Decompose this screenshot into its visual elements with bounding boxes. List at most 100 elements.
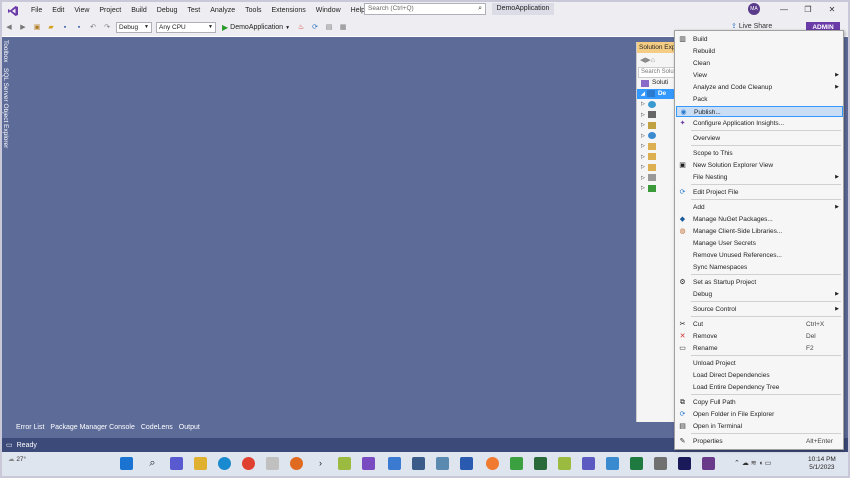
teams-chat-icon[interactable]: [170, 457, 183, 470]
live-share-button[interactable]: ⇪ Live Share: [731, 22, 772, 30]
platform-select[interactable]: Any CPU ▼: [156, 22, 216, 33]
menu-test[interactable]: Test: [182, 2, 205, 19]
app-icon[interactable]: [266, 457, 279, 470]
context-menu-item-rename[interactable]: ▭ Rename F2: [676, 343, 843, 354]
tab-output[interactable]: Output: [179, 424, 200, 431]
start-icon[interactable]: [120, 457, 133, 470]
context-menu-item-set-as-startup-project[interactable]: ⚙ Set as Startup Project: [676, 277, 843, 288]
tree-row[interactable]: ▷: [637, 141, 676, 152]
app-icon[interactable]: [702, 457, 715, 470]
tree-row[interactable]: ▷: [637, 183, 676, 194]
context-menu-item-new-solution-explorer-view[interactable]: ▣ New Solution Explorer View: [676, 160, 843, 171]
tree-row-solution[interactable]: Soluti: [637, 78, 676, 89]
app-icon[interactable]: [486, 457, 499, 470]
teams-icon[interactable]: [582, 457, 595, 470]
clock[interactable]: 10:14 PM 5/1/2023: [808, 456, 836, 472]
restore-icon[interactable]: ❐: [798, 2, 818, 17]
tree-row[interactable]: ▷: [637, 110, 676, 121]
new-project-icon[interactable]: ▣: [32, 23, 42, 33]
avatar[interactable]: MA: [748, 3, 760, 15]
app-icon[interactable]: [534, 457, 547, 470]
chrome-icon[interactable]: [242, 457, 255, 470]
configuration-select[interactable]: Debug ▼: [116, 22, 152, 33]
tab-package-manager-console[interactable]: Package Manager Console: [50, 424, 134, 431]
word-icon[interactable]: [460, 457, 473, 470]
tab-codelens[interactable]: CodeLens: [141, 424, 173, 431]
context-menu-item-remove[interactable]: ✕ Remove Del: [676, 331, 843, 342]
edge-icon[interactable]: [218, 457, 231, 470]
app-icon[interactable]: [436, 457, 449, 470]
search-icon[interactable]: ⌕: [146, 457, 159, 470]
save-all-icon[interactable]: ▪: [74, 23, 84, 33]
close-window-icon[interactable]: ✕: [822, 2, 842, 17]
context-menu-item-load-direct-dependencies[interactable]: Load Direct Dependencies: [676, 370, 843, 381]
context-menu-item-clean[interactable]: Clean: [676, 58, 843, 69]
menu-tools[interactable]: Tools: [240, 2, 266, 19]
context-menu-item-rebuild[interactable]: Rebuild: [676, 46, 843, 57]
context-menu-item-remove-unused-references[interactable]: Remove Unused References...: [676, 250, 843, 261]
menu-project[interactable]: Project: [94, 2, 126, 19]
system-tray[interactable]: ⌃ ☁ ≋ ◖ ▭: [734, 459, 771, 467]
layout-icon[interactable]: ▦: [338, 23, 348, 33]
sql-explorer-tab[interactable]: SQL Server Object Explorer: [2, 68, 9, 148]
menu-view[interactable]: View: [69, 2, 94, 19]
app-icon[interactable]: [412, 457, 425, 470]
visual-studio-icon[interactable]: [362, 457, 375, 470]
context-menu-item-analyze-and-code-cleanup[interactable]: Analyze and Code Cleanup ▶: [676, 82, 843, 93]
context-menu-item-copy-full-path[interactable]: ⧉ Copy Full Path: [676, 397, 843, 408]
context-menu-item-scope-to-this[interactable]: Scope to This: [676, 148, 843, 159]
menu-analyze[interactable]: Analyze: [205, 2, 240, 19]
redo-icon[interactable]: ↷: [102, 23, 112, 33]
app-icon[interactable]: [558, 457, 571, 470]
context-menu-item-edit-project-file[interactable]: ⟳ Edit Project File: [676, 187, 843, 198]
tree-row[interactable]: ▷: [637, 131, 676, 142]
menu-extensions[interactable]: Extensions: [267, 2, 311, 19]
tree-row[interactable]: ▷: [637, 99, 676, 110]
context-menu-item-load-entire-dependency-tree[interactable]: Load Entire Dependency Tree: [676, 382, 843, 393]
terminal-icon[interactable]: ›: [314, 457, 327, 470]
context-menu-item-build[interactable]: ▥ Build: [676, 34, 843, 45]
context-menu-item-configure-application-insights[interactable]: ✦ Configure Application Insights...: [676, 118, 843, 129]
mail-icon[interactable]: [388, 457, 401, 470]
hot-reload-icon[interactable]: ♨: [296, 23, 306, 33]
context-menu-item-manage-user-secrets[interactable]: Manage User Secrets: [676, 238, 843, 249]
context-menu-item-pack[interactable]: Pack: [676, 94, 843, 105]
context-menu-item-sync-namespaces[interactable]: Sync Namespaces: [676, 262, 843, 273]
context-menu-item-publish[interactable]: ◉ Publish...: [676, 106, 843, 117]
firefox-icon[interactable]: [290, 457, 303, 470]
app-icon[interactable]: [606, 457, 619, 470]
context-menu-item-manage-client-side-libraries[interactable]: ◍ Manage Client-Side Libraries...: [676, 226, 843, 237]
toolbox-tab[interactable]: Toolbox: [2, 40, 9, 62]
app-icon[interactable]: [510, 457, 523, 470]
app-icon[interactable]: [338, 457, 351, 470]
back-icon[interactable]: ◀: [4, 23, 14, 33]
tree-row[interactable]: ▷: [637, 173, 676, 184]
save-icon[interactable]: ▪: [60, 23, 70, 33]
menu-file[interactable]: File: [26, 2, 47, 19]
tab-error-list[interactable]: Error List: [16, 424, 44, 431]
forward-icon[interactable]: ▶: [18, 23, 28, 33]
open-folder-icon[interactable]: ▰: [46, 23, 56, 33]
tree-row[interactable]: ▷: [637, 152, 676, 163]
context-menu-item-overview[interactable]: Overview: [676, 133, 843, 144]
menu-build[interactable]: Build: [126, 2, 152, 19]
tree-row[interactable]: ▷: [637, 162, 676, 173]
menu-debug[interactable]: Debug: [152, 2, 183, 19]
context-menu-item-add[interactable]: Add ▶: [676, 202, 843, 213]
context-menu-item-manage-nuget-packages[interactable]: ◆ Manage NuGet Packages...: [676, 214, 843, 225]
app-icon[interactable]: [678, 457, 691, 470]
context-menu-item-cut[interactable]: ✂ Cut Ctrl+X: [676, 319, 843, 330]
context-menu-item-file-nesting[interactable]: File Nesting ▶: [676, 172, 843, 183]
context-menu-item-properties[interactable]: ✎ Properties Alt+Enter: [676, 436, 843, 447]
tree-row[interactable]: ▷: [637, 120, 676, 131]
file-explorer-icon[interactable]: [194, 457, 207, 470]
search-input[interactable]: Search (Ctrl+Q) ⌕: [364, 3, 486, 15]
refresh-icon[interactable]: ⟳: [310, 23, 320, 33]
weather-widget[interactable]: ☁ 27°: [8, 455, 26, 463]
context-menu-item-open-folder-in-file-explorer[interactable]: ⟳ Open Folder in File Explorer: [676, 409, 843, 420]
context-menu-item-open-in-terminal[interactable]: ▤ Open in Terminal: [676, 421, 843, 432]
excel-icon[interactable]: [630, 457, 643, 470]
solution-search-input[interactable]: Search Solu: [638, 67, 675, 78]
undo-icon[interactable]: ↶: [88, 23, 98, 33]
context-menu-item-source-control[interactable]: Source Control ▶: [676, 304, 843, 315]
